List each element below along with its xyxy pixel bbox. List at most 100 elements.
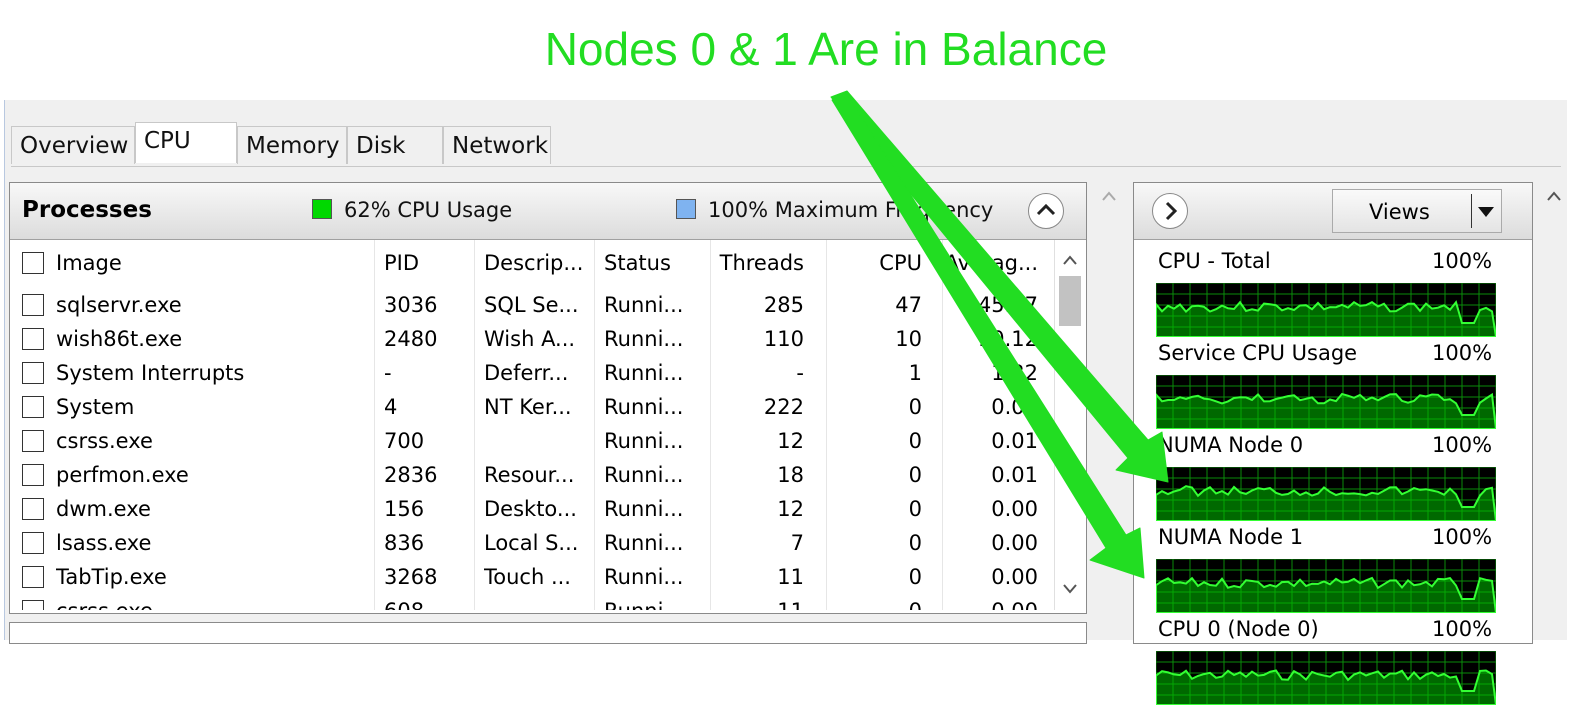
tab-memory[interactable]: Memory: [237, 126, 347, 164]
table-cell: 10.12: [942, 322, 1038, 356]
left-outer-scrollbar[interactable]: [1091, 182, 1127, 632]
column-header-cpu[interactable]: CPU: [826, 246, 922, 280]
table-cell: Runni...: [604, 492, 698, 526]
column-header-pid[interactable]: PID: [384, 246, 464, 280]
table-cell: 2836: [384, 458, 464, 492]
graph-label: CPU 0 (Node 0): [1158, 617, 1319, 641]
cpu-graph: [1156, 651, 1496, 705]
table-cell: Runni...: [604, 424, 698, 458]
column-header-averag[interactable]: Averag...: [942, 246, 1038, 280]
annotation-title: Nodes 0 & 1 Are in Balance: [0, 22, 1574, 76]
table-cell: 7: [710, 526, 804, 560]
table-cell: Touch ...: [484, 560, 584, 594]
processes-header[interactable]: Processes 62% CPU Usage 100% Maximum Fre…: [10, 183, 1086, 240]
graph-percent: 100%: [1432, 249, 1492, 273]
next-section-header: [9, 622, 1087, 644]
column-header-descrip[interactable]: Descrip...: [484, 246, 584, 280]
table-row[interactable]: lsass.exe836Local S...Runni...700.00: [10, 526, 1054, 560]
row-checkbox[interactable]: [22, 566, 44, 588]
table-cell: 1.32: [942, 356, 1038, 390]
table-cell: Wish A...: [484, 322, 584, 356]
table-cell: 836: [384, 526, 464, 560]
tab-overview[interactable]: Overview: [11, 126, 135, 164]
row-checkbox[interactable]: [22, 328, 44, 350]
tab-bar: Overview CPU Memory Disk Network: [11, 126, 1561, 167]
table-cell: Runni...: [604, 526, 698, 560]
table-row[interactable]: System4NT Ker...Runni...22200.00: [10, 390, 1054, 424]
table-cell: 0: [826, 390, 922, 424]
graph-label: CPU - Total: [1158, 249, 1271, 273]
row-checkbox[interactable]: [22, 532, 44, 554]
table-cell: 0.01: [942, 424, 1038, 458]
table-row[interactable]: System Interrupts-Deferr...Runni...-11.3…: [10, 356, 1054, 390]
table-cell: 11: [710, 560, 804, 594]
table-cell: csrss.exe: [56, 594, 356, 610]
table-cell: 0.00: [942, 594, 1038, 610]
column-header-image[interactable]: Image: [56, 246, 356, 280]
table-cell: Runni...: [604, 594, 698, 610]
cpu-usage-swatch-icon: [312, 199, 332, 219]
table-cell: 0: [826, 492, 922, 526]
table-cell: -: [710, 356, 804, 390]
views-button[interactable]: Views: [1332, 189, 1502, 233]
max-frequency-text: 100% Maximum Frequency: [708, 198, 993, 222]
graph-percent: 100%: [1432, 617, 1492, 641]
dropdown-arrow-icon[interactable]: [1475, 200, 1499, 224]
row-checkbox[interactable]: [22, 430, 44, 452]
row-checkbox[interactable]: [22, 396, 44, 418]
tab-network[interactable]: Network: [443, 126, 551, 164]
scroll-up-icon[interactable]: [1539, 182, 1569, 212]
table-cell: Runni...: [604, 390, 698, 424]
graph-label: Service CPU Usage: [1158, 341, 1357, 365]
table-header-row: Image PID Descrip... Status Threads CPU Averag…: [10, 246, 1054, 280]
views-divider: [1471, 194, 1472, 228]
table-cell: Runni...: [604, 560, 698, 594]
views-label: Views: [1369, 200, 1430, 224]
row-checkbox[interactable]: [22, 498, 44, 520]
table-cell: 3036: [384, 288, 464, 322]
processes-scrollbar[interactable]: [1054, 240, 1085, 610]
cpu-graph: [1156, 467, 1496, 521]
table-cell: 0.00: [942, 560, 1038, 594]
scroll-thumb[interactable]: [1059, 276, 1081, 326]
table-row[interactable]: csrss.exe608Runni...1100.00: [10, 594, 1054, 610]
graphs-scrollbar[interactable]: [1539, 182, 1569, 632]
tab-cpu[interactable]: CPU: [135, 122, 237, 163]
table-cell: 0: [826, 458, 922, 492]
table-cell: 0: [826, 424, 922, 458]
table-row[interactable]: dwm.exe156Deskto...Runni...1200.00: [10, 492, 1054, 526]
tab-disk[interactable]: Disk: [347, 126, 443, 164]
row-checkbox[interactable]: [22, 464, 44, 486]
table-row[interactable]: perfmon.exe2836Resour...Runni...1800.01: [10, 458, 1054, 492]
scroll-up-icon[interactable]: [1091, 182, 1127, 212]
collapse-button[interactable]: [1028, 193, 1064, 229]
processes-title: Processes: [22, 197, 152, 223]
row-checkbox[interactable]: [22, 600, 44, 610]
expand-button[interactable]: [1152, 193, 1188, 229]
row-checkbox[interactable]: [22, 294, 44, 316]
cpu-graph: [1156, 375, 1496, 429]
table-cell: TabTip.exe: [56, 560, 356, 594]
table-cell: 222: [710, 390, 804, 424]
table-cell: 110: [710, 322, 804, 356]
table-cell: 608: [384, 594, 464, 610]
table-cell: Deferr...: [484, 356, 584, 390]
scroll-down-icon[interactable]: [1055, 574, 1085, 604]
table-cell: [484, 424, 584, 458]
row-checkbox[interactable]: [22, 362, 44, 384]
table-cell: SQL Se...: [484, 288, 584, 322]
column-header-status[interactable]: Status: [604, 246, 698, 280]
table-row[interactable]: wish86t.exe2480Wish A...Runni...1101010.…: [10, 322, 1054, 356]
table-cell: 0: [826, 560, 922, 594]
table-row[interactable]: sqlservr.exe3036SQL Se...Runni...2854745…: [10, 288, 1054, 322]
table-row[interactable]: csrss.exe700Runni...1200.01: [10, 424, 1054, 458]
cpu-graph: [1156, 283, 1496, 337]
select-all-checkbox[interactable]: [22, 252, 44, 274]
table-cell: dwm.exe: [56, 492, 356, 526]
scroll-up-icon[interactable]: [1055, 246, 1085, 276]
graphs-panel: Views CPU - Total 100% Service CPU Usage 10…: [1133, 182, 1533, 644]
table-row[interactable]: TabTip.exe 3268 Touch ... Runni... 11 0 0.00: [10, 560, 1054, 594]
table-cell: 3268: [384, 560, 464, 594]
column-header-threads[interactable]: Threads: [710, 246, 804, 280]
table-cell: Runni...: [604, 356, 698, 390]
